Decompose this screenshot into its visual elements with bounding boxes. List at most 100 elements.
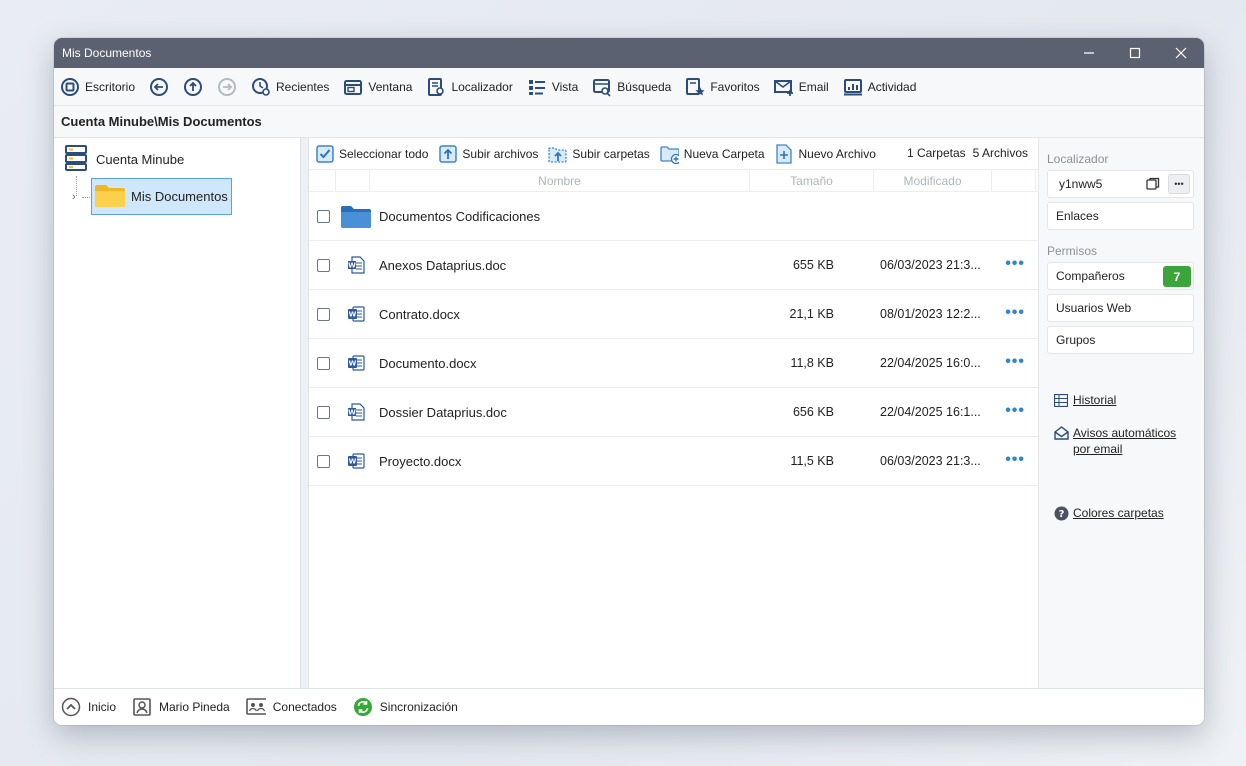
new-file-label: Nuevo Archivo (798, 146, 876, 161)
activity-label: Actividad (867, 79, 917, 94)
star-icon (685, 77, 705, 97)
more-options-icon[interactable]: ••• (1005, 403, 1025, 419)
file-modified: 22/04/2025 16:0... (880, 356, 981, 370)
web-users-button[interactable]: Usuarios Web (1047, 294, 1194, 322)
file-name: Dossier Dataprius.doc (379, 404, 507, 420)
copy-icon[interactable] (1146, 177, 1160, 194)
more-options-icon[interactable]: ••• (1005, 452, 1025, 468)
sync-button[interactable]: Sincronización (353, 697, 458, 717)
up-button[interactable] (183, 73, 203, 101)
pane-splitter[interactable] (301, 138, 309, 688)
table-row[interactable]: W Dossier Dataprius.doc 656 KB 22/04/202… (309, 388, 1038, 437)
file-name: Documentos Codificaciones (379, 208, 541, 224)
table-row[interactable]: W Documento.docx 11,8 KB 22/04/2025 16:0… (309, 339, 1038, 388)
connected-button[interactable]: Conectados (245, 697, 337, 717)
column-header-size[interactable]: Tamaño (750, 169, 874, 192)
upload-files-button[interactable]: Subir archivos (438, 144, 538, 163)
column-header-icon (336, 169, 370, 192)
new-file-button[interactable]: Nuevo Archivo (775, 143, 876, 164)
upload-folders-button[interactable]: Subir carpetas (548, 144, 650, 163)
user-label: Mario Pineda (159, 700, 230, 714)
tree-root-label: Cuenta Minube (96, 151, 185, 167)
table-icon (1053, 392, 1069, 408)
table-row[interactable]: W Contrato.docx 21,1 KB 08/01/2023 12:2.… (309, 290, 1038, 339)
desktop-button[interactable]: Escritorio (60, 73, 135, 101)
svg-text:?: ? (1058, 509, 1064, 520)
main-toolbar: Escritorio Recientes Ventana Localizador… (54, 68, 1204, 106)
row-checkbox[interactable] (317, 454, 330, 468)
folder-colors-link[interactable]: ? Colores carpetas (1053, 505, 1194, 521)
forward-button[interactable] (217, 73, 237, 101)
row-checkbox[interactable] (317, 356, 330, 370)
table-row[interactable]: W Anexos Dataprius.doc 655 KB 06/03/2023… (309, 241, 1038, 290)
file-name: Proyecto.docx (379, 453, 462, 469)
row-checkbox[interactable] (317, 307, 330, 321)
column-header-modified[interactable]: Modificado (874, 169, 992, 192)
links-button[interactable]: Enlaces (1047, 202, 1194, 230)
home-label: Inicio (88, 700, 117, 714)
folders-count: 1 Carpetas (906, 146, 966, 160)
column-header-name[interactable]: Nombre (370, 169, 750, 192)
row-checkbox[interactable] (317, 405, 330, 419)
svg-text:W: W (349, 360, 357, 368)
tree-root-item[interactable]: Cuenta Minube (65, 144, 185, 172)
more-options-icon[interactable]: ••• (1005, 256, 1025, 272)
window-title: Mis Documentos (62, 46, 152, 60)
more-options-icon[interactable]: ••• (1005, 305, 1025, 321)
content-toolbar: Seleccionar todo Subir archivos Subir ca… (309, 138, 1038, 170)
table-row[interactable]: Documentos Codificaciones (309, 192, 1038, 241)
file-size: 656 KB (792, 405, 834, 419)
email-button[interactable]: Email (773, 73, 829, 101)
files-count: 5 Archivos (972, 146, 1028, 160)
minimize-button[interactable] (1066, 38, 1112, 68)
auto-notices-label: Avisos automáticos por email (1073, 425, 1176, 457)
file-name: Anexos Dataprius.doc (379, 257, 507, 273)
new-file-icon (775, 143, 794, 164)
chevron-right-icon[interactable]: › (72, 191, 76, 203)
upload-folders-label: Subir carpetas (572, 146, 650, 161)
select-all-label: Seleccionar todo (339, 146, 429, 161)
maximize-button[interactable] (1112, 38, 1158, 68)
row-checkbox[interactable] (317, 258, 330, 272)
file-size: 11,8 KB (790, 356, 834, 370)
tree-item-label: Mis Documentos (131, 189, 228, 204)
favorites-button[interactable]: Favoritos (685, 73, 760, 101)
arrow-up-icon (183, 77, 203, 97)
new-folder-button[interactable]: Nueva Carpeta (660, 144, 765, 164)
upload-folder-icon (548, 144, 568, 163)
file-size: 655 KB (792, 258, 834, 272)
locator-field[interactable]: y1nww5 ••• (1047, 170, 1194, 198)
back-button[interactable] (149, 73, 169, 101)
groups-button[interactable]: Grupos (1047, 326, 1194, 354)
search-icon (592, 77, 612, 97)
close-button[interactable] (1158, 38, 1204, 68)
table-row[interactable]: W Proyecto.docx 11,5 KB 06/03/2023 21:3.… (309, 437, 1038, 486)
activity-button[interactable]: Actividad (843, 73, 917, 101)
user-button[interactable]: Mario Pineda (132, 697, 230, 717)
row-checkbox[interactable] (317, 209, 330, 223)
home-button[interactable]: Inicio (61, 697, 116, 717)
more-options-icon[interactable]: ••• (1168, 174, 1190, 194)
breadcrumb: Cuenta Minube\Mis Documentos (54, 106, 1204, 138)
status-bar: Inicio Mario Pineda Conectados Sincroniz… (54, 688, 1204, 725)
window-button[interactable]: Ventana (343, 73, 412, 101)
partners-button[interactable]: Compañeros 7 (1047, 262, 1194, 290)
activity-chart-icon (843, 77, 863, 97)
connected-label: Conectados (272, 700, 337, 714)
folder-tree: Cuenta Minube › Mis Documentos (54, 138, 301, 688)
title-bar: Mis Documentos (54, 38, 1204, 68)
tree-item-mis-documentos[interactable]: Mis Documentos (91, 178, 232, 215)
word-doc-icon: W (339, 403, 373, 421)
recent-button[interactable]: Recientes (251, 73, 329, 101)
links-label: Enlaces (1056, 209, 1099, 223)
more-options-icon[interactable]: ••• (1005, 354, 1025, 370)
auto-notices-link[interactable]: Avisos automáticos por email (1053, 425, 1194, 457)
view-button[interactable]: Vista (527, 73, 578, 101)
desktop-icon (60, 77, 80, 97)
locator-button[interactable]: Localizador (426, 73, 513, 101)
search-button[interactable]: Búsqueda (592, 73, 671, 101)
tree-connector (82, 197, 90, 198)
select-all-button[interactable]: Seleccionar todo (315, 144, 428, 163)
app-window: Mis Documentos Escritorio Recientes Vent… (54, 38, 1204, 725)
history-link[interactable]: Historial (1053, 392, 1194, 408)
